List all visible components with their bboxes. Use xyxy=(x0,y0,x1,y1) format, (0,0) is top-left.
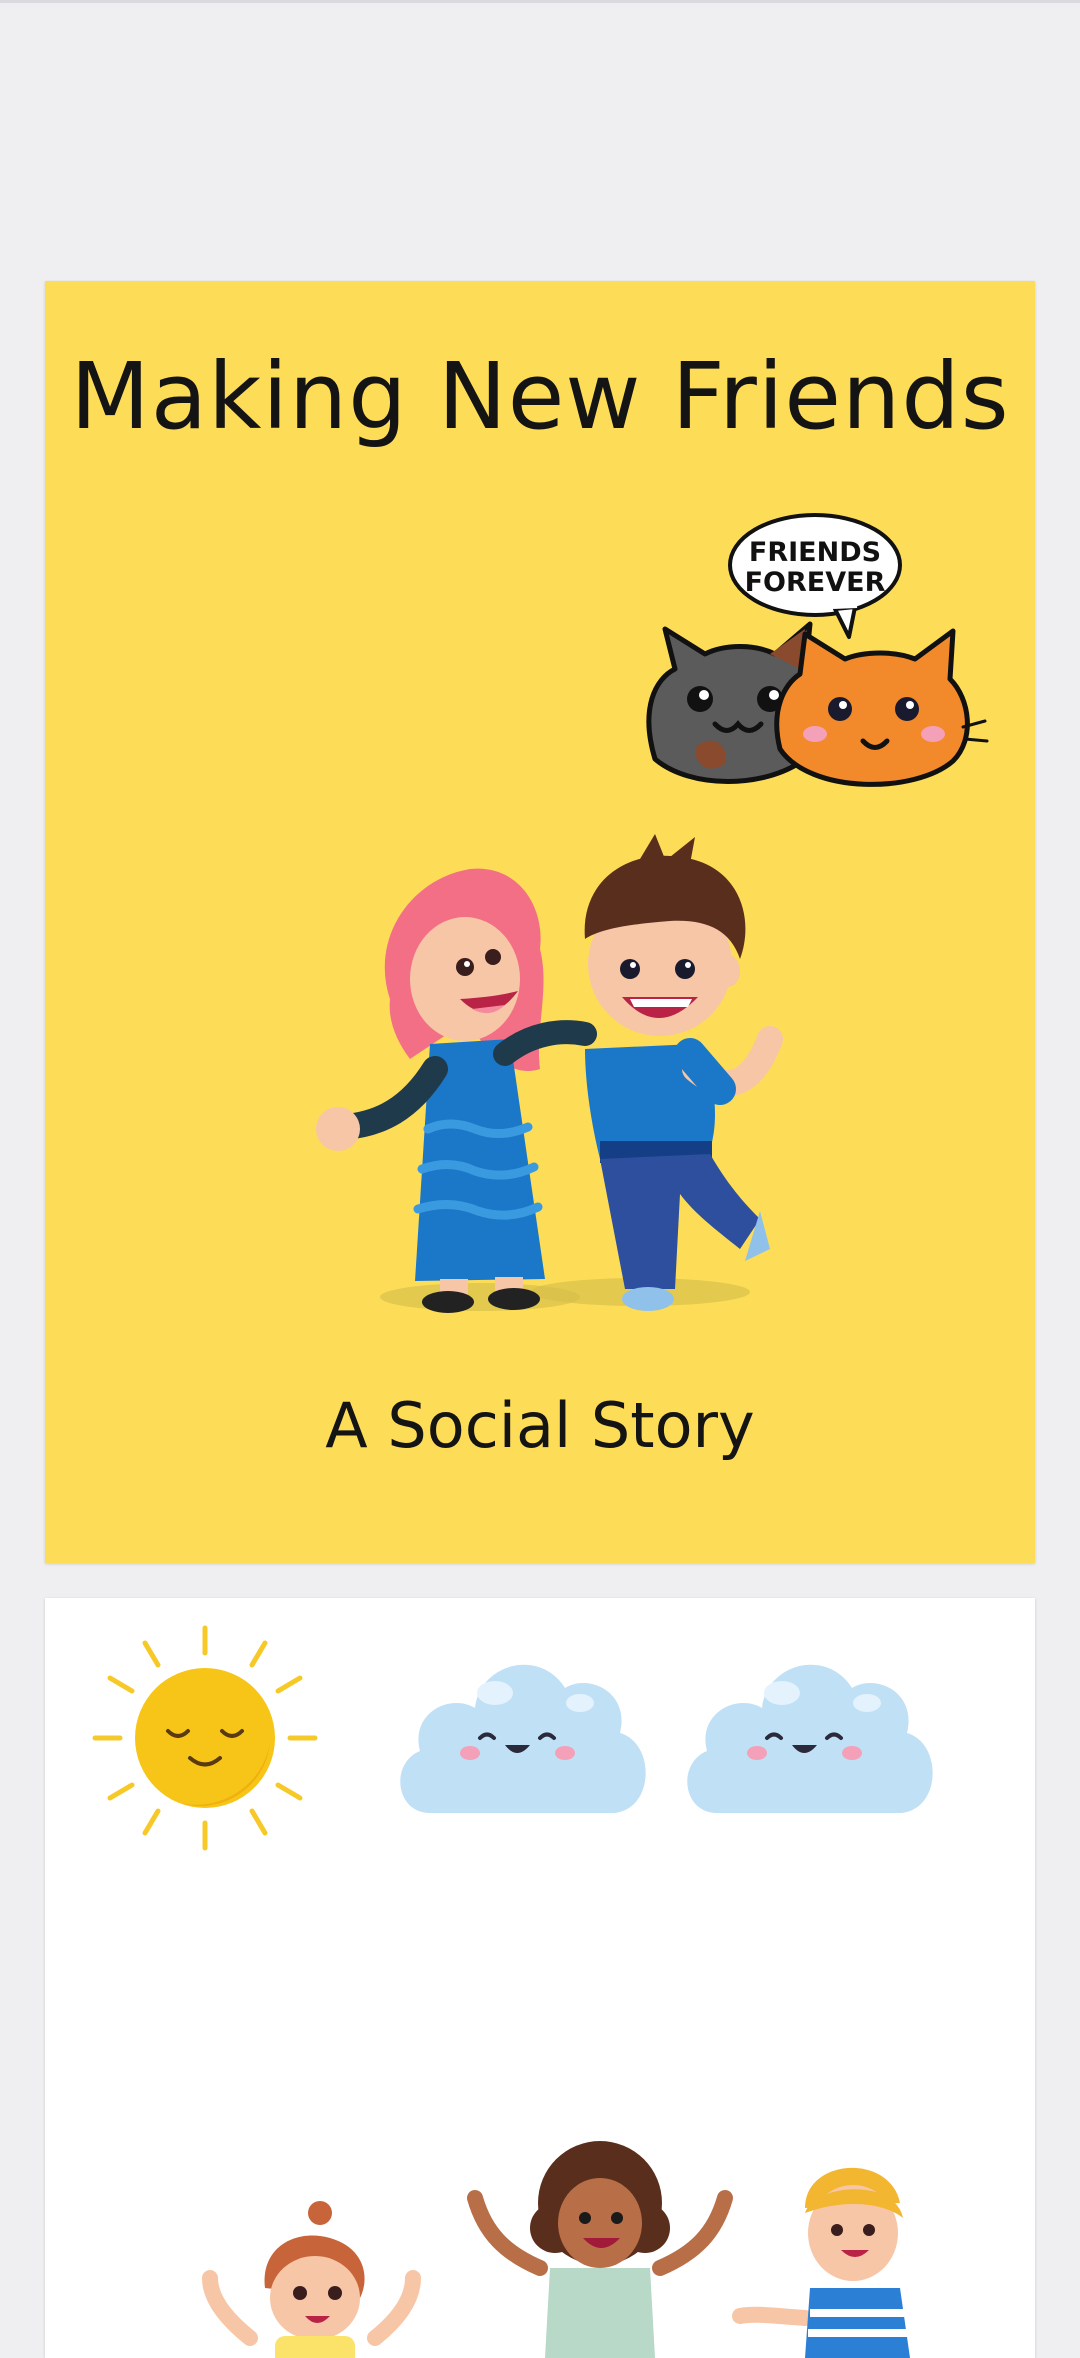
cover-title: Making New Friends xyxy=(70,343,1010,450)
two-kids-hugging-illustration xyxy=(316,834,783,1313)
friends-forever-cats-illustration: FRIENDS FOREVER xyxy=(646,513,989,787)
bubble-line-1: FRIENDS xyxy=(749,537,881,568)
child-curly-hair-icon xyxy=(467,2141,733,2358)
cheering-children-illustration xyxy=(202,2141,910,2358)
smiling-sun-icon xyxy=(92,1625,318,1851)
story-page-2 xyxy=(45,1598,1035,2358)
child-girl-icon xyxy=(202,2201,421,2358)
cover-page: Making New Friends FRIENDS FOREVER A Soc… xyxy=(45,281,1035,1563)
speech-bubble: FRIENDS FOREVER xyxy=(728,513,902,639)
orange-cat-icon xyxy=(774,628,989,787)
smiling-cloud-icon xyxy=(687,1664,933,1813)
cover-subtitle: A Social Story xyxy=(325,1389,755,1462)
smiling-cloud-icon xyxy=(400,1664,646,1813)
child-blond-boy-icon xyxy=(732,2167,910,2358)
bubble-line-2: FOREVER xyxy=(745,567,886,598)
top-divider xyxy=(0,0,1080,3)
